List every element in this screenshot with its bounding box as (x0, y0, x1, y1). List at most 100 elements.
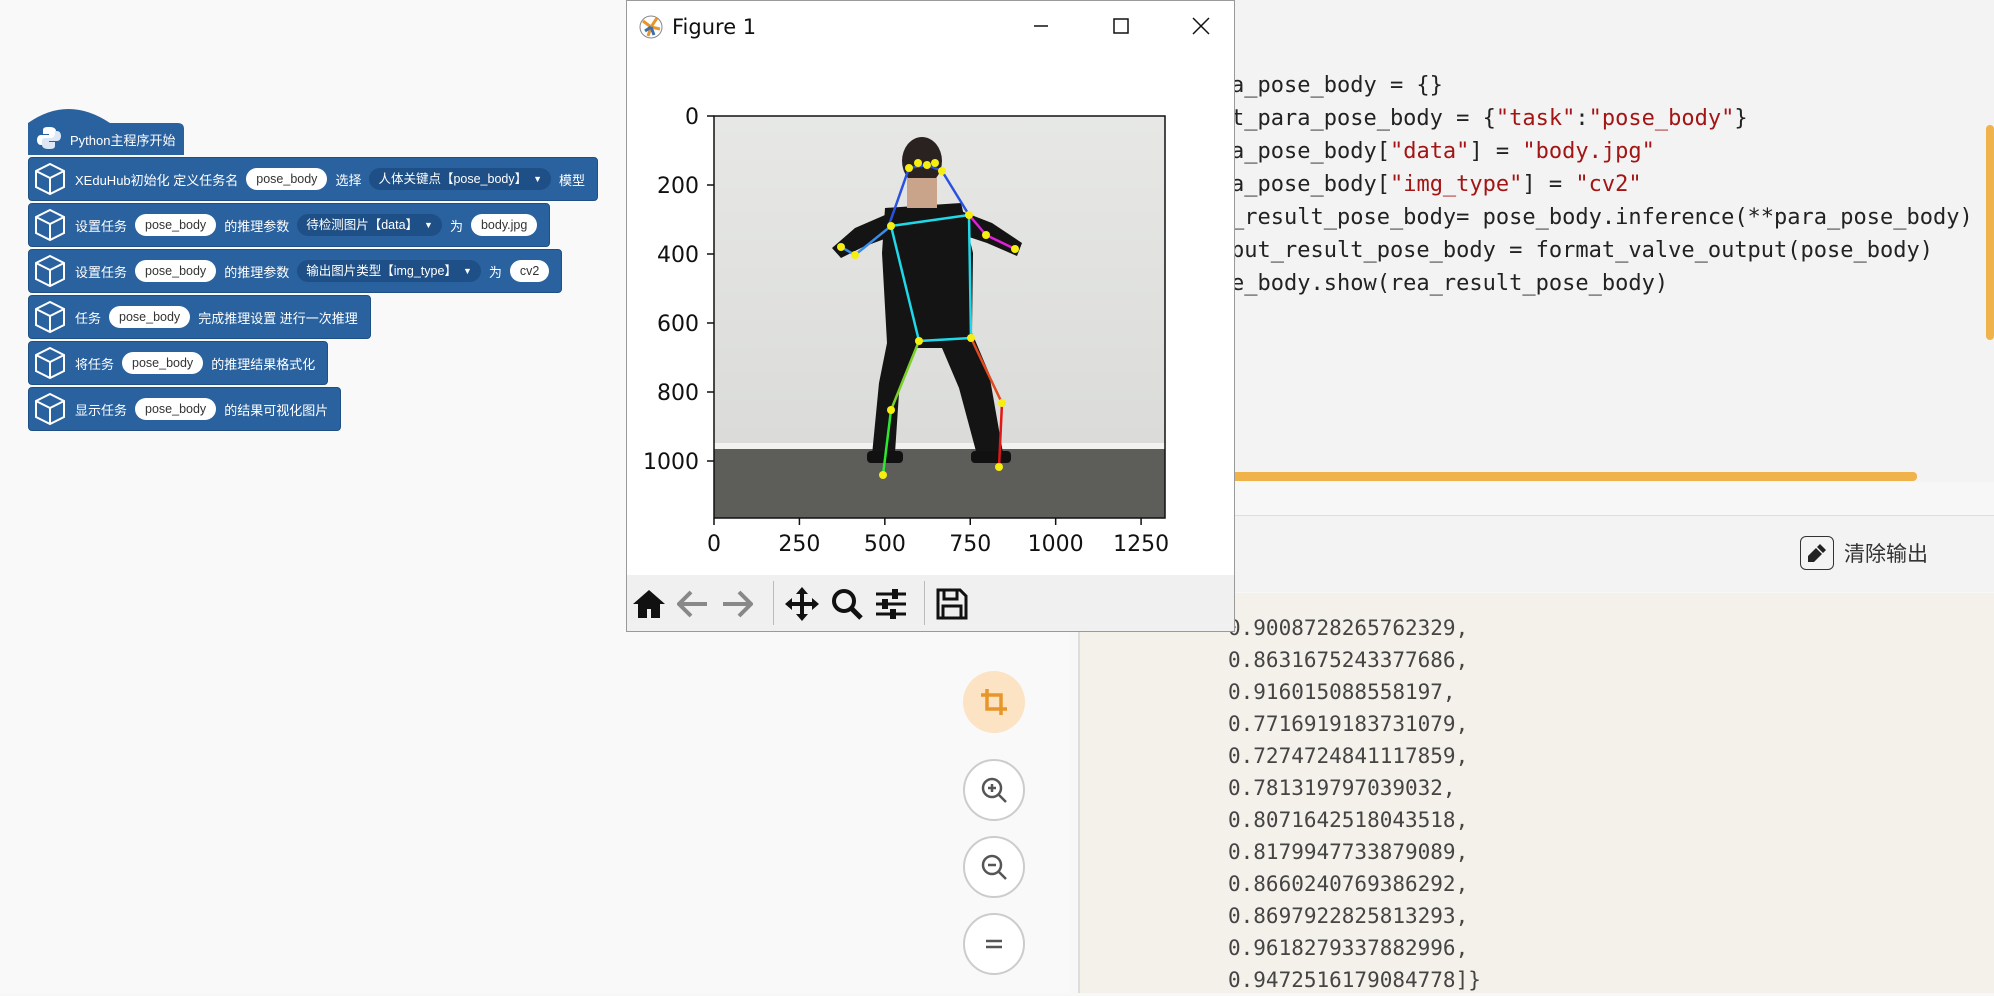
forward-button[interactable] (717, 585, 757, 623)
image-plot: 0 250 500 750 1000 1250 0 200 400 600 800 1000 (643, 105, 1169, 557)
output-console[interactable] (1078, 593, 1994, 993)
code-token: a_pose_body = {} (1231, 73, 1443, 98)
fit-icon (986, 939, 1002, 949)
cube-icon (29, 341, 71, 385)
block-text: 的推理参数 (224, 218, 290, 234)
output-line: 0.9618279337882996, (1228, 936, 1469, 960)
block-input-field[interactable]: pose_body (122, 352, 204, 374)
x-tick-label: 1250 (1113, 532, 1169, 557)
python-main-start-block[interactable]: Python主程序开始 (28, 103, 184, 155)
block-text: 的推理参数 (224, 264, 290, 280)
block-text: 模型 (559, 172, 586, 188)
clear-output-button[interactable]: 清除输出 (1800, 536, 1928, 570)
move-icon (785, 587, 819, 621)
block-input-field[interactable]: body.jpg (470, 214, 538, 236)
figure-window[interactable]: Figure 1 0 250 500 750 1000 1250 0 200 4… (626, 0, 1235, 632)
block-row-4[interactable]: 任务 pose_body 完成推理设置 进行一次推理 (28, 295, 371, 339)
string-token: "body.jpg" (1522, 139, 1655, 164)
code-line[interactable]: a_pose_body = {} (1231, 71, 1443, 101)
keypoint (965, 211, 973, 219)
output-line: 0.8071642518043518, (1228, 808, 1469, 832)
figure-toolbar (627, 575, 1234, 631)
toolbar-separator (924, 581, 925, 625)
back-button[interactable] (673, 585, 713, 623)
horizontal-scrollbar[interactable] (1230, 472, 1917, 481)
code-token: ] = (1469, 139, 1523, 164)
zoom-in-button[interactable] (963, 759, 1025, 821)
keypoint (887, 406, 895, 414)
x-tick-label: 750 (949, 532, 991, 557)
cube-icon (29, 387, 71, 431)
block-row-5[interactable]: 将任务 pose_body 的推理结果格式化 (28, 341, 329, 385)
string-token: "pose_body" (1588, 106, 1735, 131)
code-token: put_result_pose_body = format_valve_outp… (1231, 238, 1933, 263)
x-tick-label: 0 (707, 532, 721, 557)
block-row-1[interactable]: XEduHub初始化 定义任务名 pose_body 选择 人体关键点【pose_bo… (28, 157, 599, 201)
matplotlib-icon (639, 15, 663, 44)
block-dropdown[interactable]: 输出图片类型【img_type】 ▼ (297, 260, 481, 282)
y-axis: 0 200 400 600 800 1000 (643, 105, 714, 475)
save-button[interactable] (932, 585, 972, 623)
broom-icon (1800, 536, 1834, 570)
block-input-field[interactable]: pose_body (135, 398, 217, 420)
pan-button[interactable] (782, 585, 822, 623)
output-line: 0.781319797039032, (1228, 776, 1456, 800)
y-tick-label: 800 (657, 381, 699, 406)
figure-titlebar[interactable]: Figure 1 (627, 1, 1234, 53)
block-row-2[interactable]: 设置任务 pose_body 的推理参数 待检测图片【data】 ▼ 为 body.jpg (28, 203, 551, 247)
code-token: a_pose_body[ (1231, 139, 1390, 164)
keypoint (967, 334, 975, 342)
block-text: 显示任务 (75, 402, 128, 418)
code-token: a_pose_body[ (1231, 172, 1390, 197)
code-line[interactable]: a_pose_body["img_type"] = "cv2" (1231, 170, 1642, 200)
y-tick-label: 400 (657, 243, 699, 268)
block-text: 完成推理设置 进行一次推理 (198, 310, 358, 326)
code-line[interactable]: t_para_pose_body = {"task":"pose_body"} (1231, 104, 1748, 134)
code-token: : (1575, 106, 1589, 131)
vertical-scrollbar[interactable] (1986, 125, 1994, 340)
block-row-6[interactable]: 显示任务 pose_body 的结果可视化图片 (28, 387, 342, 431)
hat-label: Python主程序开始 (70, 133, 176, 148)
crop-icon (981, 689, 1007, 715)
block-dropdown[interactable]: 人体关键点【pose_body】 ▼ (369, 168, 552, 190)
close-button[interactable] (1181, 11, 1221, 41)
block-input-field[interactable]: cv2 (509, 260, 550, 282)
output-line: 0.8179947733879089, (1228, 840, 1469, 864)
fit-button[interactable] (963, 913, 1025, 975)
block-input-field[interactable]: pose_body (135, 214, 217, 236)
cube-icon (29, 295, 71, 339)
block-dropdown[interactable]: 待检测图片【data】 ▼ (297, 214, 442, 236)
keypoint (837, 243, 845, 251)
block-input-field[interactable]: pose_body (246, 168, 328, 190)
minimize-button[interactable] (1021, 11, 1061, 41)
code-line[interactable]: _result_pose_body= pose_body.inference(*… (1231, 203, 1973, 233)
keypoint (923, 161, 931, 169)
zoom-button[interactable] (827, 585, 867, 623)
string-token: "task" (1495, 106, 1576, 131)
output-line: 0.9472516179084778]} (1228, 968, 1481, 992)
keypoint (851, 251, 859, 259)
y-tick-label: 1000 (643, 450, 699, 475)
crop-button[interactable] (963, 671, 1025, 733)
output-line: 0.8631675243377686, (1228, 648, 1469, 672)
keypoint (931, 159, 939, 167)
output-line: 0.8660240769386292, (1228, 872, 1469, 896)
maximize-button[interactable] (1101, 11, 1141, 41)
block-text: 将任务 (75, 356, 115, 372)
block-text: 设置任务 (75, 218, 128, 234)
configure-button[interactable] (871, 585, 911, 623)
dropdown-value: 输出图片类型【img_type】 (306, 264, 457, 278)
block-row-3[interactable]: 设置任务 pose_body 的推理参数 输出图片类型【img_type】 ▼ 为 cv2 (28, 249, 563, 293)
keypoint (879, 471, 887, 479)
zoom-out-button[interactable] (963, 836, 1025, 898)
block-input-field[interactable]: pose_body (135, 260, 217, 282)
code-line[interactable]: e_body.show(rea_result_pose_body) (1231, 269, 1668, 299)
block-text: 为 (488, 264, 502, 280)
home-button[interactable] (629, 585, 669, 623)
y-tick-label: 0 (685, 105, 699, 130)
string-token: "cv2" (1575, 172, 1642, 197)
block-input-field[interactable]: pose_body (109, 306, 191, 328)
code-line[interactable]: put_result_pose_body = format_valve_outp… (1231, 236, 1933, 266)
floppy-disk-icon (936, 588, 968, 620)
code-line[interactable]: a_pose_body["data"] = "body.jpg" (1231, 137, 1655, 167)
